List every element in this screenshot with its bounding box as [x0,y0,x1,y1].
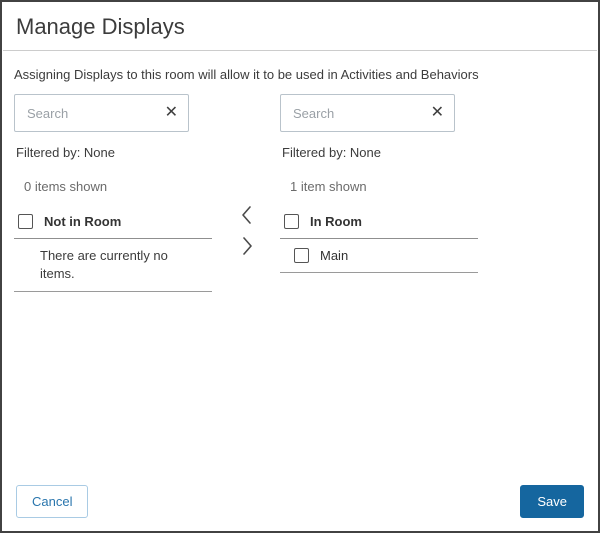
dialog-description: Assigning Displays to this room will all… [14,67,479,82]
clear-search-icon[interactable]: ✕ [163,105,180,121]
not-in-room-search-box: ✕ [14,94,189,132]
item-checkbox[interactable] [294,248,309,263]
items-shown-count: 0 items shown [24,179,108,194]
clear-search-icon[interactable]: ✕ [429,105,446,121]
filtered-by-label: Filtered by: None [16,145,115,160]
cancel-button[interactable]: Cancel [16,485,89,518]
move-right-button[interactable] [239,235,255,257]
not-in-room-panel: ✕ Filtered by: None 0 items shown Not in… [14,94,214,293]
empty-row: There are currently no items. [14,239,212,293]
in-room-panel: ✕ Filtered by: None 1 item shown In Room… [280,94,480,273]
manage-displays-dialog: Manage Displays Assigning Displays to th… [0,0,600,533]
items-shown-count: 1 item shown [290,179,367,194]
in-room-search-input[interactable] [291,104,429,122]
move-left-button[interactable] [239,204,255,226]
chevron-left-icon [239,204,255,226]
transfer-panels: ✕ Filtered by: None 0 items shown Not in… [2,94,598,293]
item-label: Main [320,248,349,263]
in-room-list-header: In Room [280,209,478,239]
list-item: Main [280,239,478,273]
not-in-room-list: Not in Room There are currently no items… [14,209,212,293]
list-header-label: In Room [310,214,362,229]
transfer-controls [214,94,280,257]
title-divider [3,50,597,51]
in-room-select-all-checkbox[interactable] [284,214,299,229]
chevron-right-icon [239,235,255,257]
list-header-label: Not in Room [44,214,122,229]
not-in-room-select-all-checkbox[interactable] [18,214,33,229]
not-in-room-list-header: Not in Room [14,209,212,239]
in-room-search-box: ✕ [280,94,455,132]
save-button[interactable]: Save [520,485,584,518]
page-title: Manage Displays [16,14,185,39]
filtered-by-label: Filtered by: None [282,145,381,160]
empty-message: There are currently no items. [40,248,168,281]
not-in-room-search-input[interactable] [25,104,163,122]
in-room-list: In Room Main [280,209,478,273]
